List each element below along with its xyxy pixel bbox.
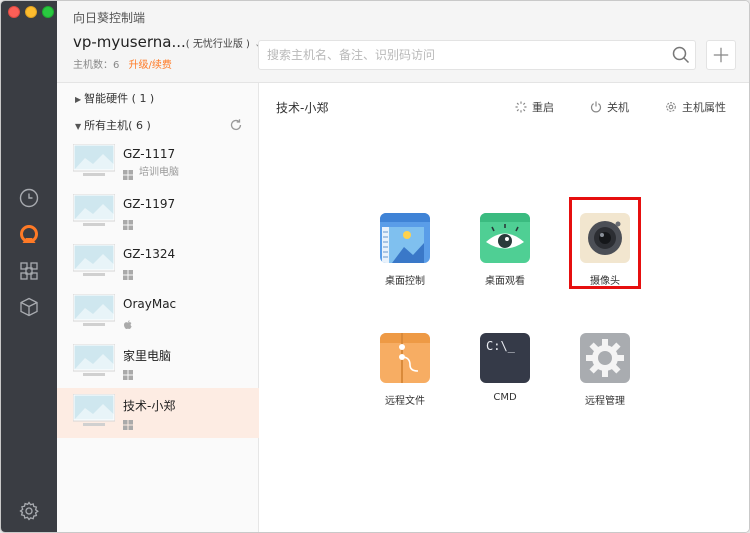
host-detail-panel: 技术-小郑 重启 关机 主机属性 桌面控制 桌面观看 摄像头 远程文件 C:\_… bbox=[259, 83, 749, 532]
remote-file-icon bbox=[380, 333, 430, 383]
monitor-thumbnail-icon bbox=[72, 293, 116, 328]
refresh-icon[interactable] bbox=[229, 117, 243, 131]
host-name: 家里电脑 bbox=[123, 349, 172, 363]
group-label: 智能硬件 ( 1 ) bbox=[84, 92, 155, 105]
account-switcher[interactable]: vp-myuserna...( 无忧行业版 )⌄ bbox=[73, 33, 263, 51]
host-row[interactable]: GZ-1197 bbox=[57, 188, 259, 238]
group-smart-hardware[interactable]: ▶ 智能硬件 ( 1 ) bbox=[75, 90, 154, 106]
tile-remote-file[interactable]: 远程文件 bbox=[370, 333, 440, 407]
monitor-thumbnail-icon bbox=[72, 393, 116, 428]
group-label: 所有主机( 6 ) bbox=[84, 119, 151, 132]
tile-cmd[interactable]: C:\_ CMD bbox=[470, 333, 540, 403]
host-row[interactable]: OrayMac bbox=[57, 288, 259, 338]
desktop-control-icon bbox=[380, 213, 430, 263]
minimize-window-button[interactable] bbox=[25, 6, 37, 18]
windows-icon bbox=[123, 215, 133, 230]
settings-gear-icon[interactable] bbox=[18, 500, 40, 522]
host-count-line: 主机数：6 升级/续费 bbox=[73, 56, 172, 71]
restart-button[interactable]: 重启 bbox=[515, 99, 554, 115]
tile-desktop-control[interactable]: 桌面控制 bbox=[370, 213, 440, 287]
host-name: OrayMac bbox=[123, 297, 177, 311]
history-clock-icon[interactable] bbox=[18, 187, 40, 209]
host-name: 技术-小郑 bbox=[123, 399, 176, 413]
monitor-thumbnail-icon bbox=[72, 143, 116, 178]
camera-highlight-box bbox=[569, 197, 641, 289]
desktop-view-eye-icon bbox=[480, 213, 530, 263]
collapse-triangle-icon: ▼ bbox=[75, 122, 82, 131]
cmd-glyph: C:\_ bbox=[486, 339, 515, 353]
apple-icon bbox=[123, 315, 133, 329]
account-name: vp-myuserna... bbox=[73, 33, 186, 51]
tile-label: 远程文件 bbox=[385, 396, 425, 407]
cmd-terminal-icon: C:\_ bbox=[480, 333, 530, 383]
host-row[interactable]: GZ-1324 bbox=[57, 238, 259, 288]
windows-icon bbox=[123, 265, 133, 280]
host-description: 培训电脑 bbox=[139, 167, 179, 178]
restart-label: 重启 bbox=[532, 101, 554, 114]
app-window: 向日葵控制端 vp-myuserna...( 无忧行业版 )⌄ 主机数：6 升级… bbox=[0, 0, 750, 533]
remote-manage-gear-icon bbox=[580, 333, 630, 383]
left-rail bbox=[1, 1, 57, 532]
add-host-button[interactable] bbox=[706, 40, 736, 70]
host-name: GZ-1197 bbox=[123, 197, 176, 211]
monitor-thumbnail-icon bbox=[72, 343, 116, 378]
expand-triangle-icon: ▶ bbox=[75, 95, 82, 104]
tile-label: CMD bbox=[493, 392, 517, 403]
tile-remote-manage[interactable]: 远程管理 bbox=[570, 333, 640, 407]
app-title: 向日葵控制端 bbox=[73, 11, 146, 25]
host-properties-label: 主机属性 bbox=[682, 101, 726, 114]
host-properties-button[interactable]: 主机属性 bbox=[665, 99, 726, 115]
search-input[interactable] bbox=[267, 46, 657, 64]
windows-icon bbox=[123, 165, 133, 180]
windows-icon bbox=[123, 365, 133, 380]
shutdown-label: 关机 bbox=[607, 101, 629, 114]
zoom-window-button[interactable] bbox=[42, 6, 54, 18]
power-icon bbox=[590, 101, 602, 113]
host-count-value: 6 bbox=[113, 60, 120, 71]
search-box bbox=[258, 40, 696, 70]
selected-host-title: 技术-小郑 bbox=[276, 101, 329, 115]
account-edition: ( 无忧行业版 ) bbox=[185, 39, 250, 50]
host-row[interactable]: 技术-小郑 bbox=[57, 388, 259, 438]
apps-grid-icon[interactable] bbox=[18, 260, 40, 282]
tile-label: 远程管理 bbox=[585, 396, 625, 407]
restart-icon bbox=[515, 101, 527, 113]
gear-icon bbox=[666, 102, 676, 112]
monitor-thumbnail-icon bbox=[72, 243, 116, 278]
upgrade-link[interactable]: 升级/续费 bbox=[129, 60, 172, 71]
tile-label: 桌面控制 bbox=[385, 276, 425, 287]
header: vp-myuserna...( 无忧行业版 )⌄ 主机数：6 升级/续费 bbox=[57, 31, 749, 83]
host-row[interactable]: 家里电脑 bbox=[57, 338, 259, 388]
tile-desktop-view[interactable]: 桌面观看 bbox=[470, 213, 540, 287]
shutdown-button[interactable]: 关机 bbox=[590, 99, 629, 115]
host-sidebar: ▶ 智能硬件 ( 1 ) ▼ 所有主机( 6 ) GZ-1117 培训电脑 GZ-119… bbox=[57, 83, 259, 532]
search-icon[interactable] bbox=[671, 45, 691, 65]
plus-icon bbox=[713, 47, 729, 63]
remote-control-logo-icon[interactable] bbox=[18, 224, 40, 246]
host-name: GZ-1324 bbox=[123, 247, 176, 261]
tile-label: 桌面观看 bbox=[485, 276, 525, 287]
hardware-cube-icon[interactable] bbox=[18, 296, 40, 318]
close-window-button[interactable] bbox=[8, 6, 20, 18]
host-name: GZ-1117 bbox=[123, 147, 176, 161]
title-bar: 向日葵控制端 bbox=[57, 1, 749, 31]
host-count-label: 主机数： bbox=[73, 60, 113, 71]
host-row[interactable]: GZ-1117 培训电脑 bbox=[57, 138, 259, 188]
monitor-thumbnail-icon bbox=[72, 193, 116, 228]
windows-icon bbox=[123, 415, 133, 430]
group-all-hosts[interactable]: ▼ 所有主机( 6 ) bbox=[75, 117, 151, 133]
